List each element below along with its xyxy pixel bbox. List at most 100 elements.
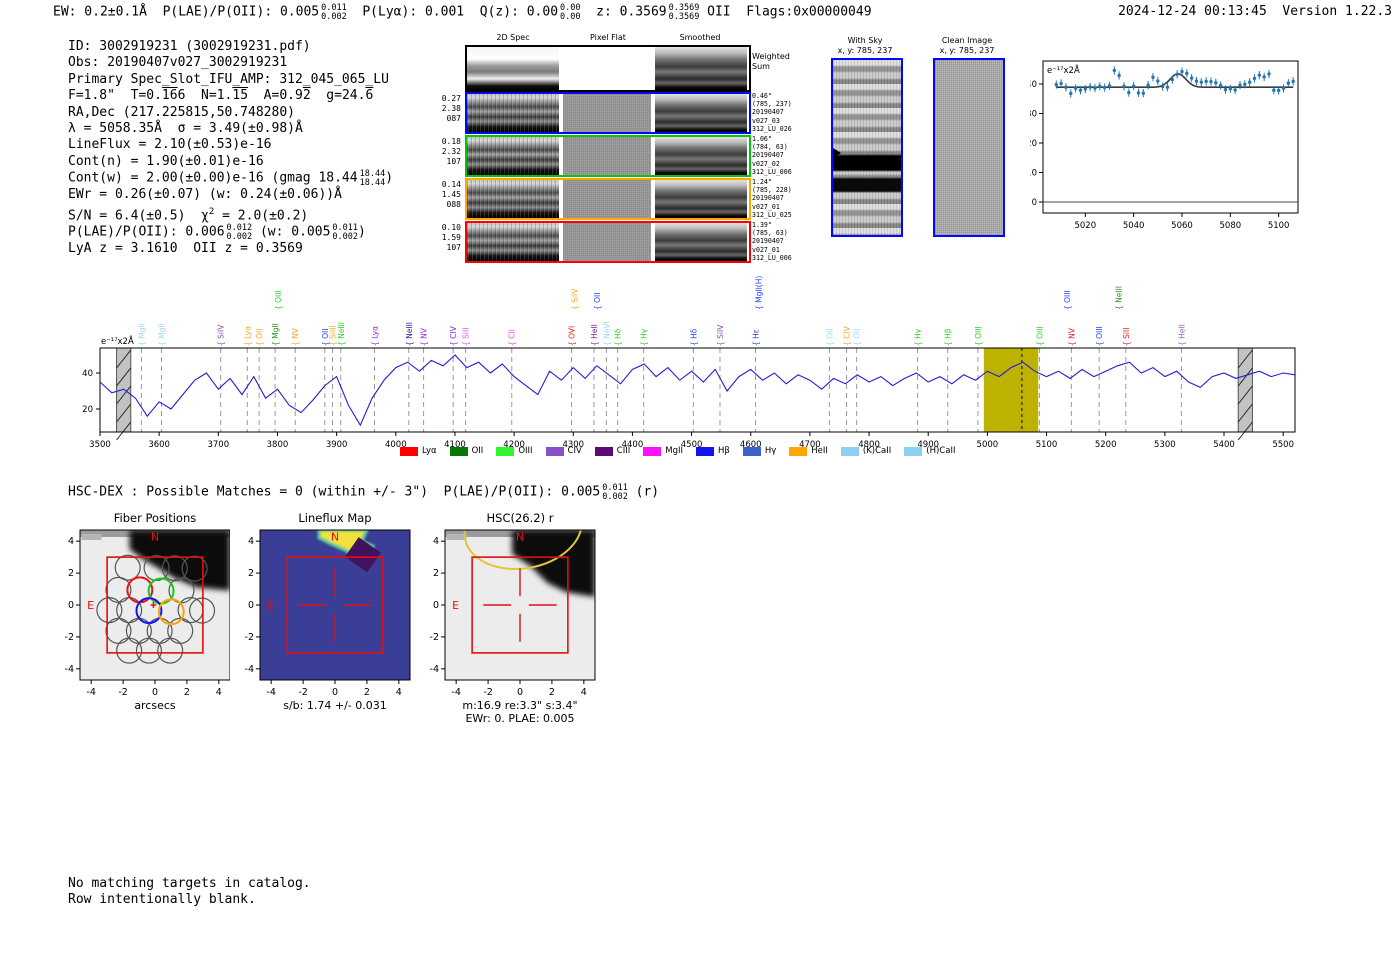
fiber-row-id: 1.06" (784, 63) 20190407 v027_02 312_LU_006 — [752, 135, 792, 176]
svg-text:e⁻¹⁷x2Å: e⁻¹⁷x2Å — [101, 335, 134, 347]
weighted-sum-smoothed-image — [655, 47, 747, 90]
arrow-marker-icon — [833, 148, 841, 158]
panel-caption: EWr: 0. PLAE: 0.005 — [465, 712, 574, 725]
weighted-sum-row — [465, 45, 751, 92]
info-line: P(LAE)/P(OII): 0.006 0.012 0.002 (w: 0.005… — [68, 223, 366, 242]
info-line: EWr = 0.26(±0.07) (w: 0.24(±0.06))Å — [68, 187, 342, 203]
compass-east-label: E — [267, 599, 274, 612]
svg-text:4: 4 — [581, 687, 587, 698]
emission-line-label: { NV — [291, 327, 300, 346]
svg-text:40: 40 — [82, 369, 93, 379]
svg-text:-4: -4 — [451, 687, 460, 698]
emission-line-label: { HeII — [1177, 324, 1186, 346]
legend-item: (K)CaII — [840, 446, 891, 456]
hsc-dex-match-line: HSC-DEX : Possible Matches = 0 (within +… — [68, 483, 660, 502]
svg-text:5020: 5020 — [1074, 221, 1096, 231]
clean-coords: x, y: 785, 237 — [939, 46, 995, 55]
compass-north-label: N — [516, 530, 524, 543]
emission-line-label: { SiII — [1122, 328, 1131, 346]
svg-text:0: 0 — [1032, 198, 1037, 208]
svg-text:-4: -4 — [86, 687, 95, 698]
clean-title: Clean Image — [941, 36, 993, 45]
legend-swatch — [742, 446, 761, 456]
compass-east-label: E — [452, 599, 459, 612]
info-line: λ = 5058.35Å σ = 3.49(±0.98)Å — [68, 121, 303, 137]
detection-highlight-band — [983, 348, 1039, 432]
emission-line-label: { OVI — [567, 326, 576, 346]
emission-line-label: { NeIII — [337, 322, 346, 346]
fiber-pixelflat-image — [563, 137, 651, 175]
fiber-2dspec-image — [467, 180, 559, 218]
emission-line-label: { MgII — [271, 323, 280, 346]
fiber-pixelflat-image — [563, 180, 651, 218]
emission-line-label: { CIV — [449, 325, 458, 346]
info-line: LineFlux = 2.10(±0.53)e-16 — [68, 137, 272, 153]
fiber-row-weights: 0.10 1.59 107 — [441, 223, 461, 252]
svg-text:0: 0 — [68, 600, 74, 611]
svg-text:0: 0 — [248, 600, 254, 611]
gaussian-fit-line — [1056, 72, 1294, 89]
legend-item: Hγ — [742, 446, 776, 456]
emission-line-label: { OIII — [274, 290, 283, 310]
svg-text:e⁻¹⁷x2Å: e⁻¹⁷x2Å — [1047, 64, 1080, 76]
emission-line-labels: { MgII{ MgII{ SiIV{ Lyα{ OII{ MgII{ OIII… — [137, 276, 1186, 346]
fiber-row-id: 0.46" (785, 237) 20190407 v027_03 312_LU_026 — [752, 92, 792, 133]
svg-text:2: 2 — [68, 568, 74, 579]
smoothed-title: Smoothed — [679, 33, 721, 42]
fiber-2d-row — [465, 135, 751, 177]
svg-text:2: 2 — [433, 568, 439, 579]
legend-swatch — [696, 446, 715, 456]
svg-text:3500: 3500 — [89, 440, 111, 450]
svg-text:20: 20 — [1030, 139, 1037, 149]
svg-text:5040: 5040 — [1123, 221, 1145, 231]
fiber-2dspec-image — [467, 137, 559, 175]
legend-item: OIII — [496, 446, 533, 456]
svg-text:30: 30 — [1030, 110, 1037, 120]
emission-line-label: { Hγ — [640, 328, 649, 346]
fiber-smoothed-image — [655, 94, 747, 132]
panel-caption: m:16.9 re:3.3" s:3.4" — [462, 699, 577, 712]
legend-swatch — [594, 446, 613, 456]
stacked-uncertainty: 18.44 18.44 — [359, 169, 386, 188]
fiber-row-weights: 0.18 2.32 107 — [441, 137, 461, 166]
footer-note: No matching targets in catalog. Row inten… — [68, 876, 311, 909]
svg-text:2: 2 — [248, 568, 254, 579]
info-line: F=1.8" T=0.166 N=1.15 A=0.92 g=24.6 — [68, 88, 374, 104]
legend-swatch — [545, 446, 564, 456]
info-line: Primary Spec_Slot_IFU_AMP: 312_045_065_L… — [68, 71, 389, 87]
svg-text:4: 4 — [248, 536, 254, 547]
svg-text:-2: -2 — [298, 687, 307, 698]
emission-line-label: { Lyα — [243, 326, 252, 346]
legend-swatch — [449, 446, 468, 456]
emission-line-label: { HeII — [590, 324, 599, 346]
emission-line-label: { Hδ — [614, 328, 623, 346]
svg-text:5100: 5100 — [1036, 440, 1058, 450]
svg-text:10: 10 — [1030, 169, 1037, 179]
emission-line-label: { OII — [255, 329, 264, 346]
hsc-cutout-panel: N E -4 -4 -2 -2 0 0 2 2 4 4 HSC(26.2) r m:16.9 re:3.3… — [415, 510, 610, 728]
legend-item: MgII — [643, 446, 683, 456]
detection-info-block: ID: 3002919231 (3002919231.pdf) Obs: 2019… — [68, 39, 393, 258]
emission-line-label: { NV — [1067, 327, 1076, 346]
fiber-positions-panel: N E -4 -4 -2 -2 0 0 2 2 4 4 Fiber Positions arcsecs — [50, 510, 245, 728]
fiber-2d-row — [465, 92, 751, 134]
emission-line-label: { MgII — [158, 323, 167, 346]
legend-item: Hβ — [696, 446, 730, 456]
legend-swatch — [840, 446, 859, 456]
svg-text:5200: 5200 — [1095, 440, 1117, 450]
panel-title: Fiber Positions — [114, 511, 197, 525]
svg-text:0: 0 — [517, 687, 523, 698]
emission-line-label: { Hε — [751, 329, 760, 346]
emission-line-label: { SiII — [462, 328, 471, 346]
stacked-uncertainty: 0.011 0.002 — [602, 483, 628, 502]
svg-text:0: 0 — [332, 687, 338, 698]
svg-text:3800: 3800 — [267, 440, 289, 450]
fiber-row-weights: 0.27 2.38 087 — [441, 94, 461, 123]
svg-text:0: 0 — [152, 687, 158, 698]
svg-text:3700: 3700 — [207, 440, 229, 450]
stacked-uncertainty: 0.00 0.00 — [560, 3, 581, 22]
stacked-uncertainty: 0.3569 0.3569 — [668, 3, 700, 22]
fiber-smoothed-image — [655, 137, 747, 175]
legend-item: HeII — [789, 446, 828, 456]
svg-text:3900: 3900 — [326, 440, 348, 450]
